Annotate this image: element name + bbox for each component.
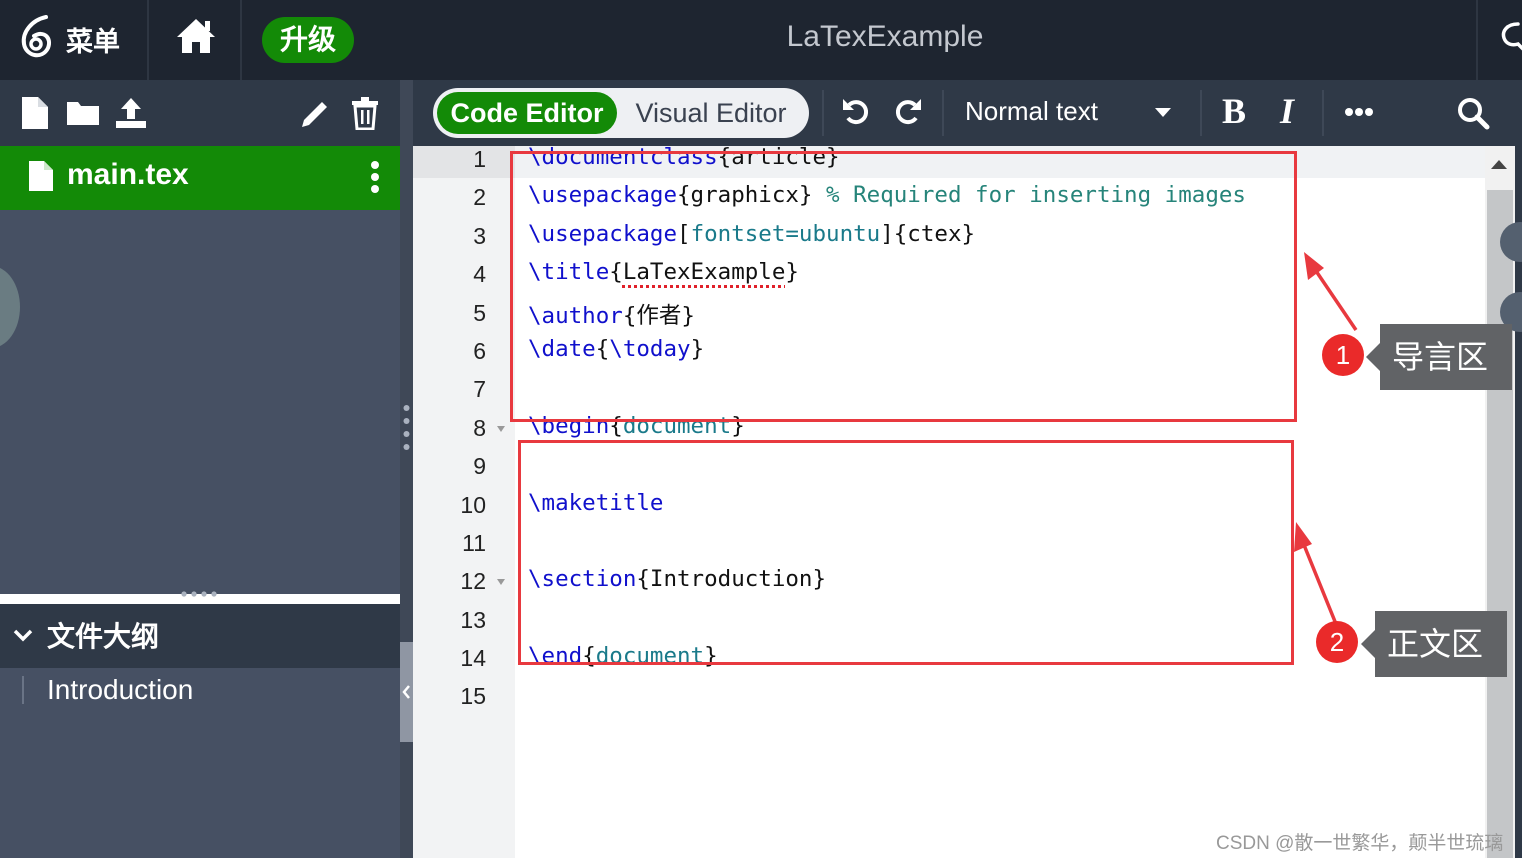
outline-item[interactable]: Introduction [47,674,193,706]
fold-caret-icon[interactable] [496,578,506,586]
annotation-box-preamble [510,151,1297,422]
caret-down-icon[interactable] [1154,106,1172,118]
line-number: 1 [473,146,486,172]
chevron-down-icon[interactable] [12,624,34,646]
annotation-number: 2 [1316,621,1358,663]
visual-editor-button[interactable]: Visual Editor [617,92,805,134]
outline-title: 文件大纲 [47,621,160,652]
outline-tree-line [22,676,24,704]
chat-icon[interactable] [1498,18,1522,58]
line-number: 9 [473,453,486,479]
chevron-left-icon[interactable] [401,684,412,700]
redo-icon[interactable] [892,96,924,128]
annotation-label: 正文区 [1361,611,1507,677]
splitter-grip[interactable] [403,404,410,452]
watermark: CSDN @散一世繁华，颠半世琉璃 [1216,833,1504,854]
annotation-number: 1 [1322,334,1364,376]
line-number: 6 [473,338,486,364]
scroll-up-icon[interactable] [1490,158,1508,170]
line-number: 14 [460,645,486,671]
toolbar-divider [822,90,824,136]
file-tree [0,146,400,594]
toolbar-divider [1322,90,1324,136]
more-icon[interactable] [1344,106,1374,118]
line-number: 5 [473,300,486,326]
text-format-select[interactable]: Normal text [965,96,1098,127]
file-icon [29,161,53,191]
line-number: 2 [473,184,486,210]
fold-caret-icon[interactable] [496,425,506,433]
new-folder-icon[interactable] [66,96,100,130]
italic-button[interactable]: I [1280,90,1294,132]
code-editor-button[interactable]: Code Editor [437,92,617,134]
rename-icon[interactable] [298,96,332,130]
line-number: 3 [473,223,486,249]
line-number: 15 [460,683,486,709]
toolbar-divider [942,90,944,136]
line-number: 13 [460,607,486,633]
annotation-label: 导言区 [1366,324,1512,390]
kebab-menu-icon[interactable] [368,160,382,194]
new-file-icon[interactable] [18,96,52,130]
project-title[interactable]: LaTexExample [0,20,1522,54]
search-icon[interactable] [1456,96,1490,130]
line-number: 12 [460,568,486,594]
file-name[interactable]: main.tex [67,158,189,192]
line-number: 4 [473,261,486,287]
toolbar-divider [1200,90,1202,136]
undo-icon[interactable] [840,96,872,128]
line-number: 11 [462,530,486,556]
delete-icon[interactable] [348,96,382,130]
resize-handle[interactable] [180,590,220,598]
scrollbar-thumb[interactable] [1487,190,1513,858]
file-tree-item-main-tex[interactable] [0,146,400,210]
annotation-box-body [518,440,1294,665]
line-number: 8 [473,415,486,441]
upload-icon[interactable] [114,96,148,130]
line-number: 7 [473,376,486,402]
bold-button[interactable]: B [1222,90,1246,132]
line-number: 10 [460,492,486,518]
